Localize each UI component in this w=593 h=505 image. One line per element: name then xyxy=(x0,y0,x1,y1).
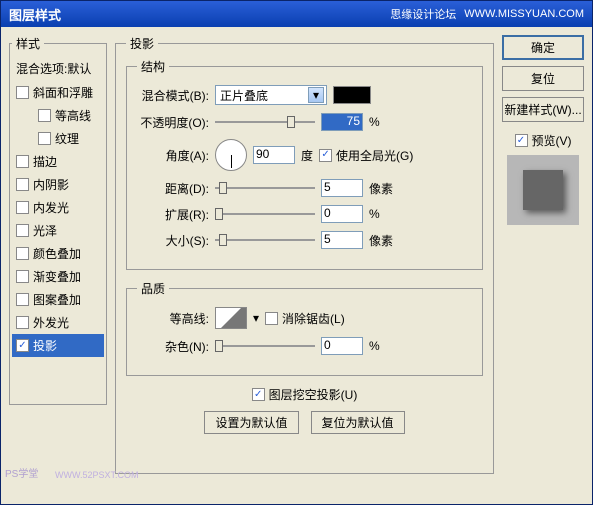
effect-legend: 投影 xyxy=(126,35,158,52)
style-item-pattern-overlay[interactable]: 图案叠加 xyxy=(12,288,104,311)
ok-button[interactable]: 确定 xyxy=(502,35,584,60)
angle-input[interactable]: 90 xyxy=(253,146,295,164)
distance-input[interactable]: 5 xyxy=(321,179,363,197)
style-item-contour[interactable]: 等高线 xyxy=(12,104,104,127)
style-item-inner-glow[interactable]: 内发光 xyxy=(12,196,104,219)
style-item-gradient-overlay[interactable]: 渐变叠加 xyxy=(12,265,104,288)
chevron-down-icon[interactable]: ▾ xyxy=(253,311,259,325)
distance-label: 距离(D): xyxy=(137,180,209,197)
checkbox-icon[interactable] xyxy=(16,155,29,168)
global-light-checkbox[interactable]: 使用全局光(G) xyxy=(319,147,413,164)
checkbox-icon[interactable] xyxy=(16,178,29,191)
checkbox-icon[interactable] xyxy=(16,339,29,352)
forum-url: WWW.MISSYUAN.COM xyxy=(464,8,584,20)
checkbox-icon[interactable] xyxy=(16,316,29,329)
contour-picker[interactable] xyxy=(215,307,247,329)
style-item-satin[interactable]: 光泽 xyxy=(12,219,104,242)
checkbox-icon[interactable] xyxy=(319,149,332,162)
noise-unit: % xyxy=(369,339,399,353)
checkbox-icon[interactable] xyxy=(16,201,29,214)
checkbox-icon[interactable] xyxy=(38,109,51,122)
angle-dial[interactable] xyxy=(215,139,247,171)
opacity-input[interactable]: 75 xyxy=(321,113,363,131)
watermark-url: WWW.52PSXT.COM xyxy=(55,470,139,480)
spread-slider[interactable] xyxy=(215,205,315,223)
style-item-texture[interactable]: 纹理 xyxy=(12,127,104,150)
opacity-slider[interactable] xyxy=(215,113,315,131)
blend-mode-label: 混合模式(B): xyxy=(137,87,209,104)
forum-text: 思缘设计论坛 xyxy=(390,6,456,22)
style-item-stroke[interactable]: 描边 xyxy=(12,150,104,173)
checkbox-icon[interactable] xyxy=(16,293,29,306)
checkbox-icon[interactable] xyxy=(16,224,29,237)
antialias-checkbox[interactable]: 消除锯齿(L) xyxy=(265,310,345,327)
distance-unit: 像素 xyxy=(369,180,399,197)
style-item-inner-shadow[interactable]: 内阴影 xyxy=(12,173,104,196)
opacity-label: 不透明度(O): xyxy=(137,114,209,131)
checkbox-icon[interactable] xyxy=(16,86,29,99)
spread-label: 扩展(R): xyxy=(137,206,209,223)
size-input[interactable]: 5 xyxy=(321,231,363,249)
quality-legend: 品质 xyxy=(137,280,169,297)
size-label: 大小(S): xyxy=(137,232,209,249)
chevron-down-icon[interactable]: ▾ xyxy=(308,87,324,103)
style-item-color-overlay[interactable]: 颜色叠加 xyxy=(12,242,104,265)
structure-fieldset: 结构 混合模式(B): 正片叠底 ▾ 不透明度(O): 75 % xyxy=(126,58,483,270)
quality-fieldset: 品质 等高线: ▾ 消除锯齿(L) 杂色(N): 0 xyxy=(126,280,483,376)
titlebar-right: 思缘设计论坛 WWW.MISSYUAN.COM xyxy=(390,6,584,22)
distance-slider[interactable] xyxy=(215,179,315,197)
color-swatch[interactable] xyxy=(333,86,371,104)
contour-label: 等高线: xyxy=(137,310,209,327)
reset-button[interactable]: 复位 xyxy=(502,66,584,91)
noise-input[interactable]: 0 xyxy=(321,337,363,355)
blend-mode-select[interactable]: 正片叠底 ▾ xyxy=(215,85,327,105)
checkbox-icon[interactable] xyxy=(515,134,528,147)
angle-label: 角度(A): xyxy=(137,147,209,164)
checkbox-icon[interactable] xyxy=(16,270,29,283)
noise-label: 杂色(N): xyxy=(137,338,209,355)
angle-unit: 度 xyxy=(301,147,313,164)
style-list: 混合选项:默认 斜面和浮雕 等高线 纹理 描边 内阴影 内发光 光泽 颜色叠加 … xyxy=(12,56,104,357)
preview-checkbox[interactable]: 预览(V) xyxy=(502,132,584,149)
reset-default-button[interactable]: 复位为默认值 xyxy=(311,411,405,434)
checkbox-icon[interactable] xyxy=(265,312,278,325)
spread-input[interactable]: 0 xyxy=(321,205,363,223)
style-item-bevel[interactable]: 斜面和浮雕 xyxy=(12,81,104,104)
window-title: 图层样式 xyxy=(9,5,61,24)
new-style-button[interactable]: 新建样式(W)... xyxy=(502,97,584,122)
blend-options-header[interactable]: 混合选项:默认 xyxy=(12,56,104,81)
opacity-unit: % xyxy=(369,115,399,129)
checkbox-icon[interactable] xyxy=(252,388,265,401)
styles-legend: 样式 xyxy=(12,35,44,52)
structure-legend: 结构 xyxy=(137,58,169,75)
styles-fieldset: 样式 混合选项:默认 斜面和浮雕 等高线 纹理 描边 内阴影 内发光 光泽 颜色… xyxy=(9,35,107,405)
titlebar: 图层样式 思缘设计论坛 WWW.MISSYUAN.COM xyxy=(1,1,592,27)
watermark-text: PS学堂 xyxy=(5,465,38,480)
style-item-drop-shadow[interactable]: 投影 xyxy=(12,334,104,357)
checkbox-icon[interactable] xyxy=(38,132,51,145)
noise-slider[interactable] xyxy=(215,337,315,355)
checkbox-icon[interactable] xyxy=(16,247,29,260)
spread-unit: % xyxy=(369,207,399,221)
make-default-button[interactable]: 设置为默认值 xyxy=(204,411,298,434)
size-unit: 像素 xyxy=(369,232,399,249)
knockout-checkbox[interactable]: 图层挖空投影(U) xyxy=(252,386,358,403)
size-slider[interactable] xyxy=(215,231,315,249)
preview-thumbnail xyxy=(507,155,579,225)
effect-panel: 投影 结构 混合模式(B): 正片叠底 ▾ 不透明度(O): xyxy=(115,35,494,474)
style-item-outer-glow[interactable]: 外发光 xyxy=(12,311,104,334)
